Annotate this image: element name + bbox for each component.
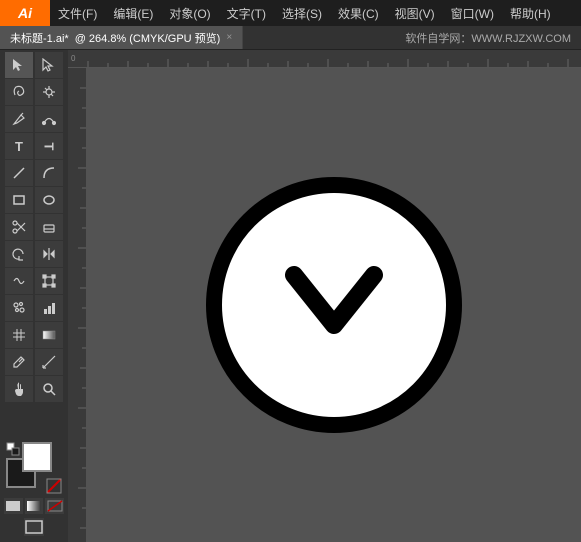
ruler-top: 0: [68, 50, 581, 68]
tool-row-2: [0, 79, 68, 105]
lasso-tool-button[interactable]: [5, 79, 33, 105]
screen-mode-icons: [4, 518, 64, 536]
gradient-icon[interactable]: [25, 498, 44, 514]
tool-row-3: [0, 106, 68, 132]
stroke-color-swatch[interactable]: [22, 442, 52, 472]
measure-tool-button[interactable]: [35, 349, 63, 375]
tab-info: @ 264.8% (CMYK/GPU 预览): [75, 30, 221, 46]
tool-row-8: [0, 241, 68, 267]
tab-close-button[interactable]: ×: [226, 32, 232, 43]
tool-row-5: [0, 160, 68, 186]
menu-edit[interactable]: 编辑(E): [105, 0, 161, 26]
type-tool-button[interactable]: T: [5, 133, 33, 159]
website-label: 软件自学网：WWW.RJZXW.COM: [395, 30, 581, 46]
eyedropper-tool-button[interactable]: [5, 349, 33, 375]
reset-colors-icon[interactable]: [6, 442, 20, 456]
gradient-tool-button[interactable]: [35, 322, 63, 348]
solid-color-icon[interactable]: [4, 498, 23, 514]
menu-effect[interactable]: 效果(C): [330, 0, 387, 26]
tool-row-7: [0, 214, 68, 240]
rectangle-tool-button[interactable]: [5, 187, 33, 213]
toolbar: T T: [0, 50, 68, 542]
column-graph-tool-button[interactable]: [35, 295, 63, 321]
clock-artwork: [194, 160, 474, 450]
menu-select[interactable]: 选择(S): [274, 0, 330, 26]
hand-tool-button[interactable]: [5, 376, 33, 402]
eraser-tool-button[interactable]: [35, 214, 63, 240]
pen-tool-button[interactable]: [5, 106, 33, 132]
reflect-tool-button[interactable]: [35, 241, 63, 267]
screen-mode-button[interactable]: [24, 518, 44, 536]
tool-row-9: [0, 268, 68, 294]
ruler-left: [68, 68, 86, 542]
none-color-icon[interactable]: [45, 498, 64, 514]
warp-tool-button[interactable]: [5, 268, 33, 294]
vertical-type-tool-button[interactable]: T: [35, 133, 63, 159]
active-tab[interactable]: 未标题-1.ai* @ 264.8% (CMYK/GPU 预览) ×: [0, 26, 243, 49]
rotate-tool-button[interactable]: [5, 241, 33, 267]
tab-label: 未标题-1.ai*: [10, 30, 69, 46]
title-bar: Ai 文件(F) 编辑(E) 对象(O) 文字(T) 选择(S) 效果(C) 视…: [0, 0, 581, 26]
tool-row-13: [0, 376, 68, 402]
tool-row-10: [0, 295, 68, 321]
curvature-tool-button[interactable]: [35, 106, 63, 132]
menu-type[interactable]: 文字(T): [219, 0, 274, 26]
svg-text:0: 0: [71, 54, 76, 63]
color-mode-icons: [4, 498, 64, 514]
none-icon[interactable]: [46, 478, 62, 494]
direct-selection-tool-button[interactable]: [35, 52, 63, 78]
menu-view[interactable]: 视图(V): [387, 0, 443, 26]
free-transform-tool-button[interactable]: [35, 268, 63, 294]
color-swatches: [6, 442, 62, 494]
mesh-tool-button[interactable]: [5, 322, 33, 348]
tool-row-6: [0, 187, 68, 213]
clock-svg: [194, 160, 474, 450]
ellipse-tool-button[interactable]: [35, 187, 63, 213]
canvas-content: [86, 68, 581, 542]
tool-row-11: [0, 322, 68, 348]
menu-file[interactable]: 文件(F): [50, 0, 105, 26]
selection-tool-button[interactable]: [5, 52, 33, 78]
canvas-area: 0: [68, 50, 581, 542]
line-tool-button[interactable]: [5, 160, 33, 186]
tool-row-12: [0, 349, 68, 375]
menu-window[interactable]: 窗口(W): [443, 0, 502, 26]
symbol-sprayer-tool-button[interactable]: [5, 295, 33, 321]
magic-wand-tool-button[interactable]: [35, 79, 63, 105]
menu-help[interactable]: 帮助(H): [502, 0, 559, 26]
color-area: [0, 438, 68, 540]
zoom-tool-button[interactable]: [35, 376, 63, 402]
menu-object[interactable]: 对象(O): [161, 0, 218, 26]
app-logo: Ai: [0, 0, 50, 26]
tool-row-1: [0, 52, 68, 78]
arc-tool-button[interactable]: [35, 160, 63, 186]
tab-bar: 未标题-1.ai* @ 264.8% (CMYK/GPU 预览) × 软件自学网…: [0, 26, 581, 50]
tool-row-4: T T: [0, 133, 68, 159]
menu-bar: 文件(F) 编辑(E) 对象(O) 文字(T) 选择(S) 效果(C) 视图(V…: [50, 0, 581, 26]
scissors-tool-button[interactable]: [5, 214, 33, 240]
main-area: T T: [0, 50, 581, 542]
